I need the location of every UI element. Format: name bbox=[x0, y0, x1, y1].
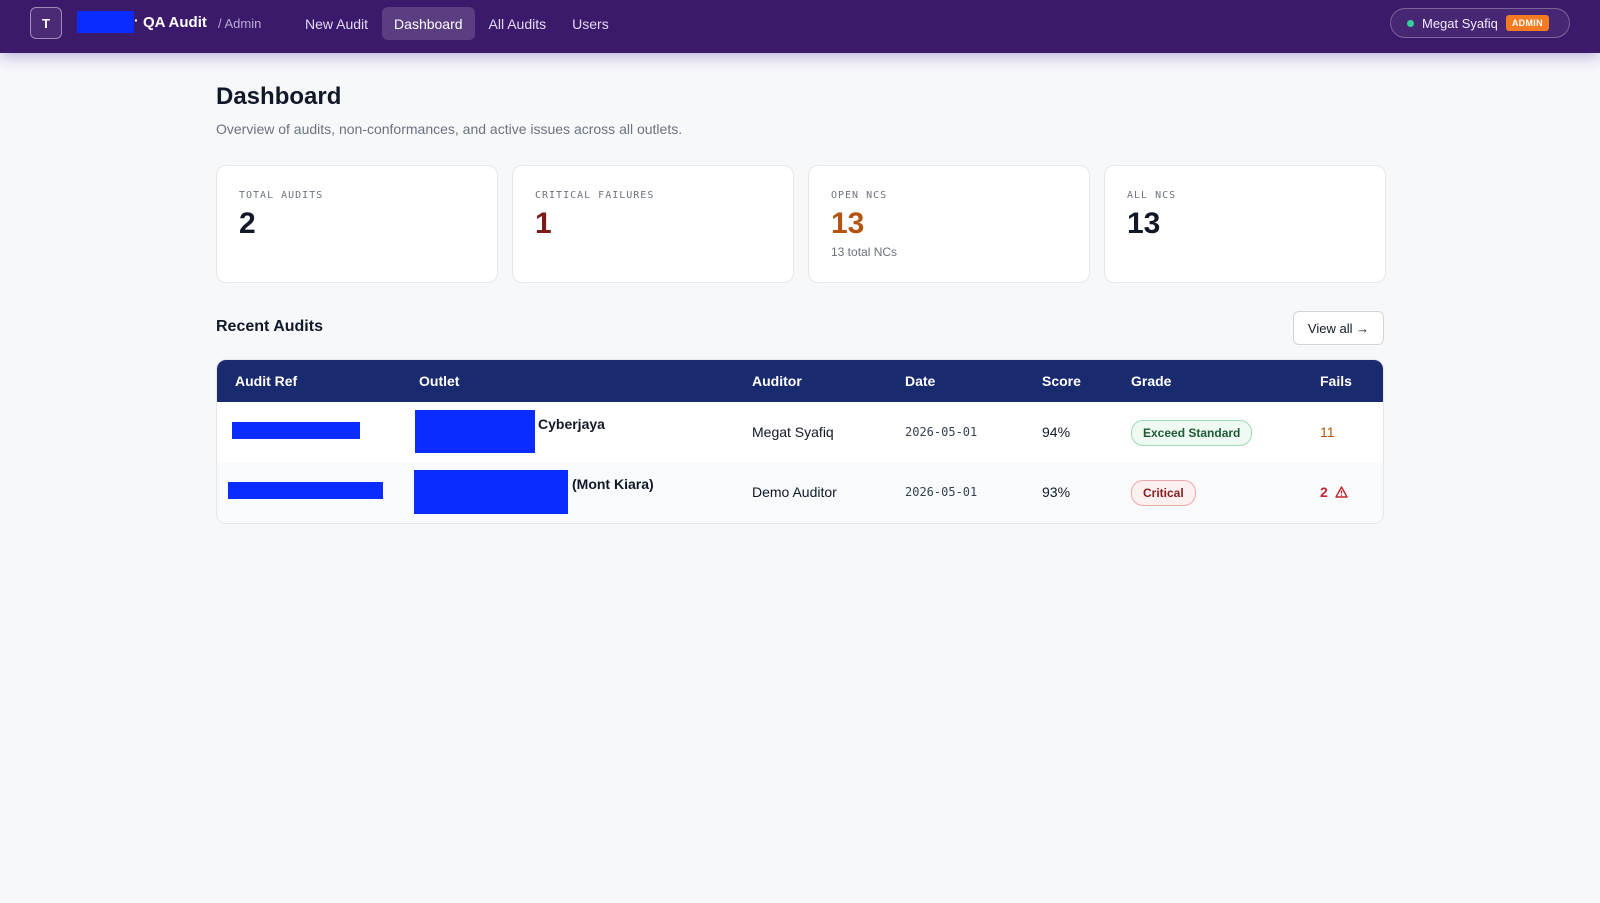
app-subtitle: / Admin bbox=[218, 16, 262, 31]
logo-badge[interactable]: T bbox=[30, 7, 62, 39]
nav-all-audits[interactable]: All Audits bbox=[477, 7, 559, 40]
stat-label: TOTAL AUDITS bbox=[239, 190, 324, 201]
table-row[interactable]: (Mont Kiara) Demo Auditor 2026-05-01 93%… bbox=[217, 462, 1383, 522]
stat-value: 1 bbox=[535, 207, 552, 240]
stat-note: 13 total NCs bbox=[831, 245, 898, 259]
audit-score: 94% bbox=[1042, 424, 1071, 440]
grade-badge: Critical bbox=[1131, 480, 1196, 506]
audit-ref-redacted[interactable] bbox=[232, 422, 360, 439]
main-nav: New Audit Dashboard All Audits Users bbox=[293, 7, 621, 40]
audit-ref-redacted[interactable] bbox=[228, 482, 383, 499]
stat-label: OPEN NCS bbox=[831, 190, 888, 201]
auditor-name: Megat Syafiq bbox=[752, 424, 834, 440]
stat-value: 13 bbox=[1127, 207, 1161, 240]
col-audit-ref[interactable]: Audit Ref bbox=[235, 373, 297, 389]
outlet-name: (Mont Kiara) bbox=[572, 476, 654, 492]
outlet-name: Cyberjaya bbox=[538, 416, 605, 432]
stat-card-open-ncs: OPEN NCS 13 13 total NCs bbox=[808, 165, 1090, 283]
stat-label: CRITICAL FAILURES bbox=[535, 190, 655, 201]
grade-badge: Exceed Standard bbox=[1131, 420, 1253, 446]
stat-card-all-ncs: ALL NCS 13 bbox=[1104, 165, 1386, 283]
col-auditor[interactable]: Auditor bbox=[752, 373, 802, 389]
stat-card-critical-failures: CRITICAL FAILURES 1 bbox=[512, 165, 794, 283]
stat-card-total-audits: TOTAL AUDITS 2 bbox=[216, 165, 498, 283]
top-navbar: T · QA Audit / Admin New Audit Dashboard… bbox=[0, 0, 1600, 53]
nav-users[interactable]: Users bbox=[560, 7, 621, 40]
brand-name-redacted bbox=[77, 11, 134, 33]
recent-audits-heading: Recent Audits bbox=[216, 318, 323, 335]
col-grade[interactable]: Grade bbox=[1131, 373, 1171, 389]
warning-triangle-icon bbox=[1334, 486, 1348, 498]
online-status-icon bbox=[1407, 19, 1414, 27]
fails-count-value: 2 bbox=[1320, 484, 1328, 500]
recent-audits-table: Audit Ref Outlet Auditor Date Score Grad… bbox=[216, 359, 1384, 524]
user-name: Megat Syafiq bbox=[1422, 15, 1498, 31]
nav-dashboard[interactable]: Dashboard bbox=[382, 7, 475, 40]
fails-count: 11 bbox=[1320, 424, 1335, 440]
page-subtitle: Overview of audits, non-conformances, an… bbox=[216, 121, 683, 137]
stats-cards: TOTAL AUDITS 2 CRITICAL FAILURES 1 OPEN … bbox=[216, 165, 1386, 283]
stat-value: 2 bbox=[239, 207, 256, 240]
audit-date: 2026-05-01 bbox=[905, 485, 978, 499]
outlet-name-redacted bbox=[414, 470, 568, 514]
app-title: QA Audit bbox=[143, 14, 207, 31]
stat-label: ALL NCS bbox=[1127, 190, 1177, 201]
brand-separator: · bbox=[134, 12, 139, 28]
view-all-button[interactable]: View all → bbox=[1293, 311, 1384, 345]
page-title: Dashboard bbox=[216, 83, 342, 110]
col-outlet[interactable]: Outlet bbox=[419, 373, 459, 389]
col-fails[interactable]: Fails bbox=[1320, 373, 1352, 389]
outlet-name-redacted bbox=[415, 410, 535, 453]
col-date[interactable]: Date bbox=[905, 373, 935, 389]
audit-date: 2026-05-01 bbox=[905, 425, 978, 439]
table-header: Audit Ref Outlet Auditor Date Score Grad… bbox=[217, 360, 1383, 402]
stat-value: 13 bbox=[831, 207, 865, 240]
col-score[interactable]: Score bbox=[1042, 373, 1081, 389]
table-row[interactable]: Cyberjaya Megat Syafiq 2026-05-01 94% Ex… bbox=[217, 402, 1383, 462]
nav-new-audit[interactable]: New Audit bbox=[293, 7, 380, 40]
auditor-name: Demo Auditor bbox=[752, 484, 837, 500]
role-badge: ADMIN bbox=[1505, 15, 1549, 31]
fails-count: 2 bbox=[1320, 484, 1348, 500]
user-menu[interactable]: Megat Syafiq ADMIN bbox=[1390, 8, 1570, 38]
audit-score: 93% bbox=[1042, 484, 1071, 500]
